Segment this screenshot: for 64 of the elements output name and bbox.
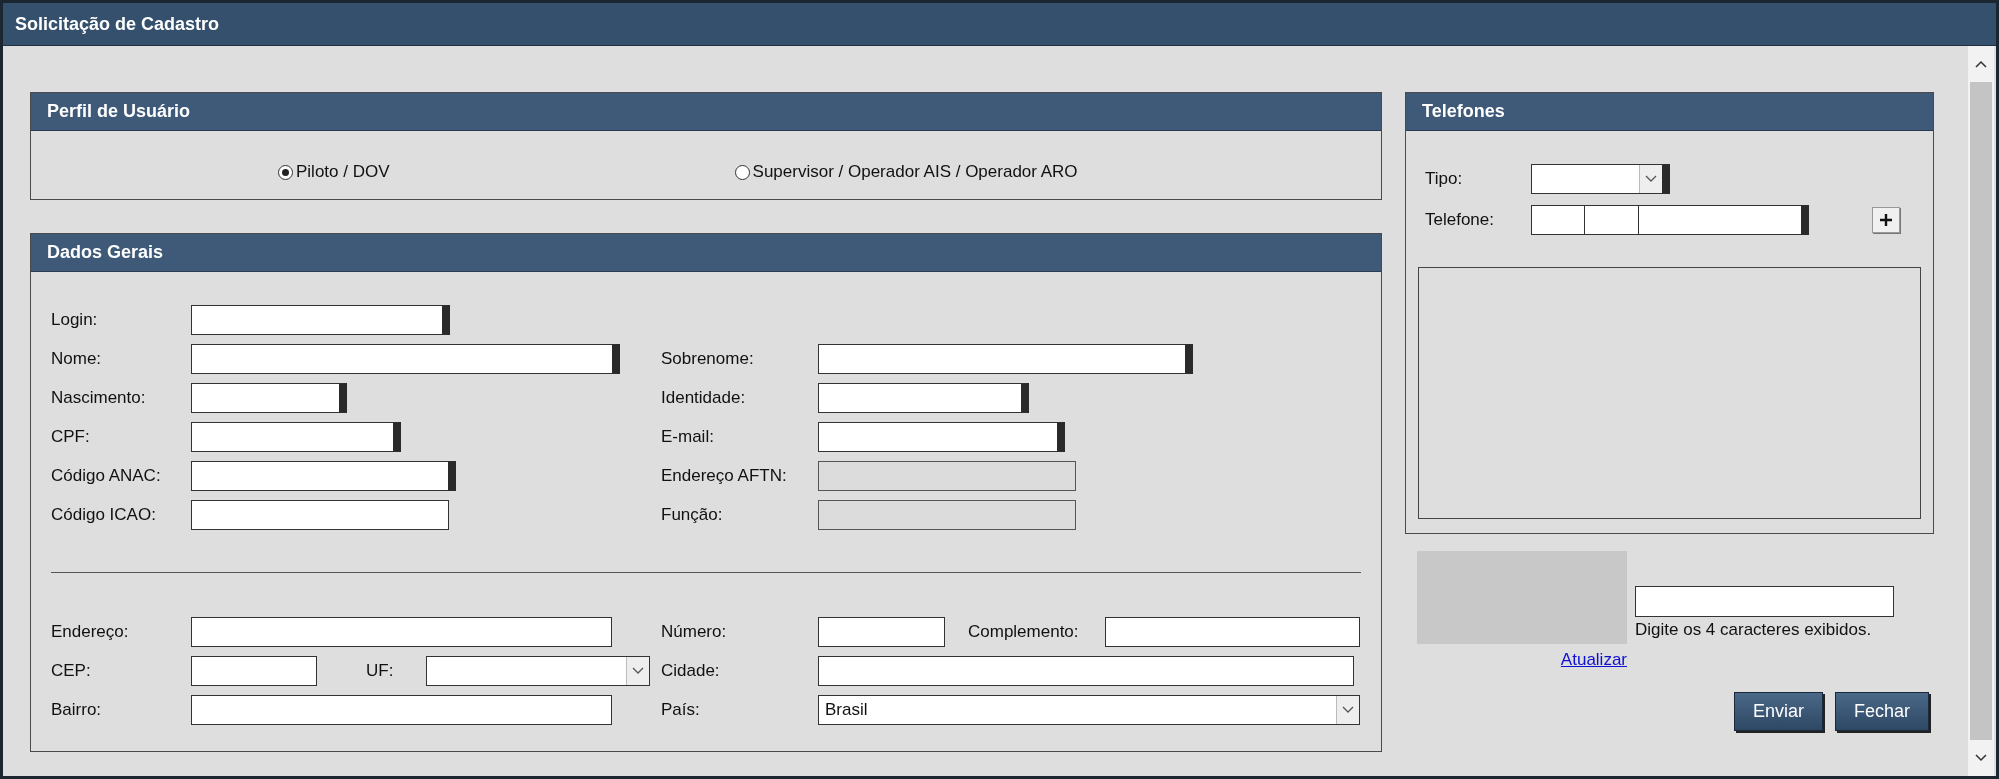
input-field[interactable]: [191, 383, 347, 413]
input-field[interactable]: [191, 500, 449, 530]
input-field[interactable]: [191, 617, 612, 647]
action-button[interactable]: Fechar: [1834, 692, 1929, 731]
refresh-link[interactable]: Atualizar: [1560, 650, 1627, 670]
radio-label[interactable]: Piloto / DOV: [296, 162, 390, 182]
input-field[interactable]: [191, 656, 317, 686]
input-field[interactable]: [818, 383, 1029, 413]
radio-button[interactable]: [734, 164, 750, 180]
input-field[interactable]: [1585, 204, 1639, 235]
radio-label[interactable]: Supervisor / Operador AIS / Operador ARO: [752, 162, 1078, 182]
chevron-down-icon[interactable]: [1975, 754, 1987, 762]
input-field[interactable]: [818, 656, 1354, 686]
field-label: Bairro:: [51, 700, 103, 720]
input-field[interactable]: [1531, 204, 1585, 235]
chevron-up-icon[interactable]: [1975, 60, 1987, 68]
field-label: Nascimento:: [51, 388, 147, 408]
dropdown[interactable]: Brasil: [818, 695, 1360, 725]
input-field[interactable]: [1639, 204, 1809, 235]
input-field[interactable]: [818, 422, 1065, 452]
plus-icon: [1879, 212, 1893, 227]
field-label: Nome:: [51, 349, 103, 369]
field-label: UF:: [366, 661, 395, 681]
input-field[interactable]: [191, 695, 612, 725]
chevron-down-icon: [1342, 706, 1354, 714]
input-field[interactable]: [191, 422, 401, 452]
add-button[interactable]: [1872, 206, 1900, 233]
field-label: CEP:: [51, 661, 92, 681]
field-label: Complemento:: [968, 622, 1080, 642]
field-label: Função:: [661, 505, 724, 525]
field-label: Cidade:: [661, 661, 721, 681]
field-label: Código ICAO:: [51, 505, 157, 525]
input-field[interactable]: [818, 617, 945, 647]
dropdown[interactable]: [426, 656, 650, 686]
input-field[interactable]: [191, 344, 620, 374]
field-label: Identidade:: [661, 388, 747, 408]
dropdown[interactable]: [1531, 163, 1670, 194]
radio-button[interactable]: [278, 164, 293, 180]
field-label: Endereço AFTN:: [661, 466, 788, 486]
field-label: Número:: [661, 622, 728, 642]
input-field[interactable]: [1635, 586, 1894, 617]
input-field[interactable]: [191, 305, 450, 335]
field-label: Tipo:: [1425, 168, 1464, 189]
captcha-hint: Digite os 4 caracteres exibidos.: [1635, 620, 1873, 640]
scrollbar-thumb[interactable]: [1970, 82, 1992, 740]
chevron-down-icon: [632, 667, 644, 675]
field-label: País:: [661, 700, 701, 720]
field-label: Login:: [51, 310, 99, 330]
field-label: Endereço:: [51, 622, 130, 642]
panel-header: Dados Gerais: [31, 234, 1381, 272]
input-field[interactable]: [191, 461, 456, 491]
field-label: Telefone:: [1425, 209, 1495, 230]
panel-header: Telefones: [1406, 93, 1933, 131]
action-button[interactable]: Enviar: [1733, 692, 1823, 731]
field-label: Sobrenome:: [661, 349, 755, 369]
input-field[interactable]: [1105, 617, 1360, 647]
input-field[interactable]: [818, 344, 1193, 374]
panel-header: Perfil de Usuário: [31, 93, 1381, 131]
window-title: Solicitação de Cadastro: [15, 13, 220, 35]
field-label: CPF:: [51, 427, 91, 447]
field-label: E-mail:: [661, 427, 715, 447]
field-label: Código ANAC:: [51, 466, 162, 486]
chevron-down-icon: [1645, 174, 1657, 183]
scrollbar[interactable]: [1968, 46, 1994, 776]
